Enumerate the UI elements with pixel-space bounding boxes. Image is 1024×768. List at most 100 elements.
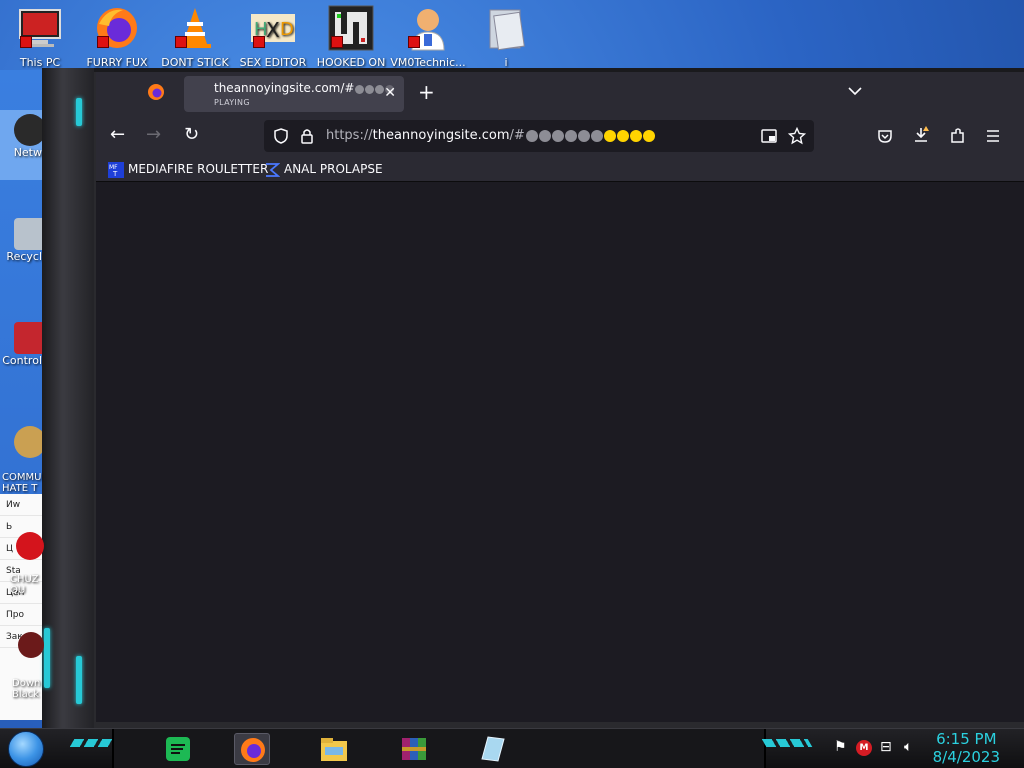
desktop-icon-this-pc[interactable]: This PC [0,4,80,69]
pocket-icon[interactable] [876,127,894,145]
desktop-icon-hooked-on[interactable]: HOOKED ON [311,4,391,69]
firefox-icon [93,4,141,52]
mega-tray-icon[interactable]: M [856,740,872,756]
desktop-icon-sex-editor[interactable]: HXD SEX EDITOR [233,4,313,69]
desktop-icon-network[interactable]: Netw [0,110,44,180]
url-yellow-dot [603,129,616,142]
network-tray-icon[interactable]: ⊟ [880,739,892,755]
frame-neon-accent [76,98,82,126]
window-frame-left-edge [42,68,94,728]
desktop-icon-i[interactable]: i [466,4,546,69]
taskbar-neon-accent [761,739,813,747]
hxd-icon: HXD [249,4,297,52]
clock-time: 6:15 PM [936,730,997,748]
download-icon[interactable] [912,126,930,144]
firefox-icon [148,84,164,100]
desktop-icon-furry-fux[interactable]: FURRY FUX [77,4,157,69]
maze-icon [327,4,375,52]
doctor-icon [404,4,452,52]
recycle-bin-icon [14,218,44,250]
svg-text:T: T [112,170,118,178]
back-button[interactable]: ← [110,124,125,146]
bookmarks-toolbar: MF T MEDIAFIRE ROULETTER ANAL PROLAPSE [96,156,1024,182]
svg-text:X: X [266,18,280,42]
url-grey-dot [525,129,538,142]
spotify-icon [166,737,190,761]
tab-theannoyingsite[interactable]: theannoyingsite.com/# PLAYING ✕ [184,76,404,112]
desktop-icon-control-panel[interactable]: Control [0,322,44,367]
pinned-tab[interactable] [144,80,168,104]
url-grey-dot [538,129,551,142]
lock-icon[interactable] [298,127,316,145]
desktop-icon-label: Netw [13,146,42,159]
desktop-icon-vm0technic[interactable]: VM0Technic... [388,4,468,69]
firefox-icon [241,738,265,762]
mft-icon: MFT [108,161,124,178]
reload-button[interactable]: ↻ [184,124,199,146]
menu-icon[interactable] [984,127,1002,145]
bookmark-mediafire-rouletter[interactable]: MF T MEDIAFIRE ROULETTER [108,160,268,178]
computer-icon [16,4,64,52]
winrar-icon [402,738,426,760]
desktop-icon-label: Control [2,354,42,367]
bookmark-anal-prolapse[interactable]: ANAL PROLAPSE [264,160,383,178]
tab-playing-label: PLAYING [214,98,250,107]
url-grey-dot [564,129,577,142]
desktop-icon-recycle-bin[interactable]: Recycl [0,218,44,263]
desktop-icon-dont-stick[interactable]: DONT STICK [155,4,235,69]
taskbar-app-file-explorer[interactable] [316,733,352,765]
volume-icon[interactable]: 🔈︎ [904,739,912,755]
url-grey-dot [577,129,590,142]
vlc-cone-icon [171,4,219,52]
action-center-flag-icon[interactable]: ⚑ [834,739,847,755]
desktop-icon-label: Recycl [6,250,42,263]
desktop-icon-commu[interactable] [0,426,44,458]
taskbar: ⚑ M ⊟ 🔈︎ 6:15 PM 8/4/2023 [0,728,1024,768]
tab-close-icon[interactable]: ✕ [384,85,396,101]
url-grey-dot [551,129,564,142]
tab-bar: theannoyingsite.com/# PLAYING ✕ + [96,72,1024,116]
file-explorer-icon [321,738,347,761]
explorer-row[interactable]: Про [0,604,44,626]
url-yellow-dot [629,129,642,142]
tab-title: theannoyingsite.com/# [214,81,395,96]
url-dots [525,128,656,143]
tracking-shield-icon[interactable] [272,127,290,145]
desktop-icon-label-down: Down Black [12,678,41,700]
page-content-area[interactable] [96,183,1018,717]
url-bar[interactable]: https://theannoyingsite.com/# [264,120,814,152]
clock-date: 8/4/2023 [932,748,1000,766]
taskbar-app-spotify[interactable] [160,733,196,765]
red-ball-icon [16,532,44,560]
start-button[interactable] [8,731,44,767]
taskbar-app-winrar[interactable] [396,733,432,765]
url-text: https://theannoyingsite.com/# [326,128,656,143]
chevron-down-icon [848,87,862,96]
new-tab-button[interactable]: + [418,82,435,102]
control-panel-icon [14,322,44,354]
url-yellow-dot [616,129,629,142]
desktop-icon-label-commu: COMMU HATE T [2,472,42,494]
firefox-window: theannoyingsite.com/# PLAYING ✕ + ← → ↻ … [96,72,1024,722]
sigma-icon [266,162,280,177]
bookmark-star-icon[interactable] [788,127,806,145]
navigation-toolbar: ← → ↻ https://theannoyingsite.com/# [96,116,1024,156]
money-bag-icon [14,426,44,458]
list-all-tabs-button[interactable] [848,84,862,100]
network-icon [14,114,44,146]
frame-neon-accent [76,656,82,704]
forward-button[interactable]: → [146,124,161,146]
picture-in-picture-icon[interactable] [760,127,778,145]
files-icon [482,4,530,52]
notepad-icon [481,736,505,762]
taskbar-app-strip [112,729,766,768]
extensions-icon[interactable] [948,127,966,145]
url-grey-dot [590,129,603,142]
download-icon [18,632,44,658]
svg-text:D: D [280,19,294,40]
desktop-icon-label-chuz: CHUZ QU [10,574,39,596]
taskbar-app-firefox[interactable] [234,733,270,765]
explorer-row[interactable]: Иw [0,494,44,516]
system-clock[interactable]: 6:15 PM 8/4/2023 [933,730,1000,766]
taskbar-app-notepad[interactable] [474,733,510,765]
